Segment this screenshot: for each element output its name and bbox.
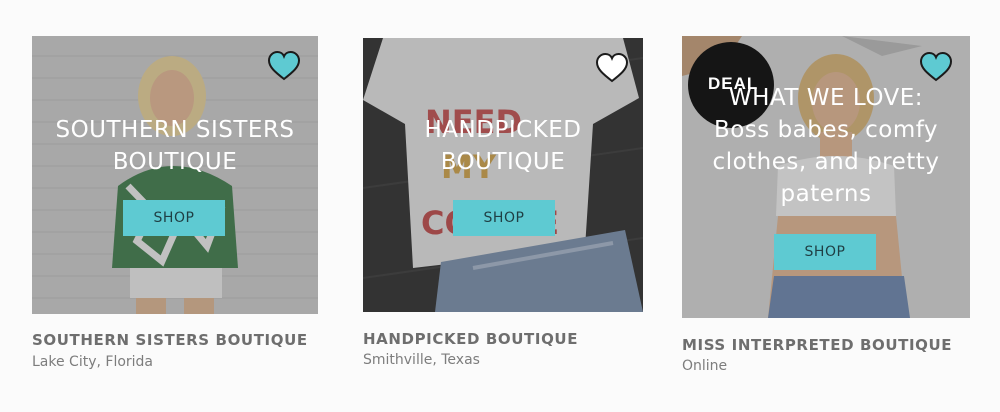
overlay-line: clothes, and pretty	[712, 149, 940, 175]
overlay-line: paterns	[780, 181, 872, 207]
overlay-title: HANDPICKED BOUTIQUE	[363, 114, 643, 178]
overlay-line: SOUTHERN SISTERS	[55, 117, 295, 143]
overlay-title: SOUTHERN SISTERS BOUTIQUE	[32, 114, 318, 178]
filled-heart-icon[interactable]	[919, 51, 953, 83]
boutique-name[interactable]: HANDPICKED BOUTIQUE	[363, 330, 578, 348]
boutique-location: Online	[682, 358, 728, 374]
overlay-title: WHAT WE LOVE: Boss babes, comfy clothes,…	[682, 82, 970, 210]
overlay-line: WHAT WE LOVE:	[728, 85, 924, 111]
overlay-line: BOUTIQUE	[112, 149, 238, 175]
boutique-location: Lake City, Florida	[32, 354, 154, 370]
boutique-card-handpicked[interactable]: NEED MY COFFEE HANDPICKED BOUTIQUE SHOP …	[363, 38, 645, 378]
boutique-name[interactable]: MISS INTERPRETED BOUTIQUE	[682, 336, 952, 354]
boutique-name[interactable]: SOUTHERN SISTERS BOUTIQUE	[32, 331, 308, 349]
shop-button[interactable]: SHOP	[123, 200, 225, 236]
boutique-image-tile[interactable]: NEED MY COFFEE HANDPICKED BOUTIQUE SHOP	[363, 38, 643, 312]
boutique-location: Smithville, Texas	[363, 352, 480, 368]
white-heart-icon[interactable]	[595, 52, 629, 84]
overlay-line: Boss babes, comfy	[713, 117, 939, 143]
boutique-card-miss-interpreted[interactable]: DEAL WHAT WE LOVE: Boss babes, comfy clo…	[682, 36, 972, 381]
overlay-line: BOUTIQUE	[440, 149, 566, 175]
boutique-image-tile[interactable]: DEAL WHAT WE LOVE: Boss babes, comfy clo…	[682, 36, 970, 318]
overlay-line: HANDPICKED	[424, 117, 582, 143]
shop-button[interactable]: SHOP	[774, 234, 876, 270]
boutique-image-tile[interactable]: SOUTHERN SISTERS BOUTIQUE SHOP	[32, 36, 318, 314]
shop-button[interactable]: SHOP	[453, 200, 555, 236]
boutique-card-southern-sisters[interactable]: SOUTHERN SISTERS BOUTIQUE SHOP SOUTHERN …	[32, 36, 318, 376]
filled-heart-icon[interactable]	[267, 50, 301, 82]
